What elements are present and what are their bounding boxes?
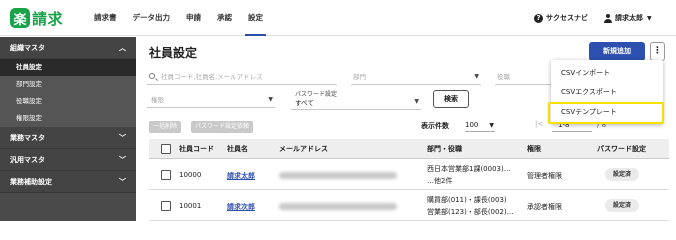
menu-item-csv-import[interactable]: CSVインポート [551, 63, 663, 83]
column-header-department[interactable]: 部門・役職 [427, 139, 462, 159]
search-icon [149, 73, 155, 79]
position-placeholder: 役職 [497, 73, 510, 81]
user-menu[interactable]: 請求太郎 ▼ [604, 13, 652, 23]
page-title: 社員設定 [149, 46, 198, 60]
bulk-delete-button[interactable]: 一括削除 [149, 121, 182, 133]
column-header-code[interactable]: 社員コード [179, 139, 214, 159]
more-options-button[interactable]: ⋮ [650, 42, 665, 61]
search-button[interactable]: 検索 [433, 90, 469, 108]
role-placeholder: 権限 [151, 96, 164, 104]
column-header-password[interactable]: パスワード設定 [597, 139, 646, 159]
row-checkbox[interactable] [161, 201, 171, 211]
chevron-up-icon: ︿ [119, 44, 126, 52]
select-all-checkbox[interactable] [161, 144, 171, 154]
password-setting-select[interactable]: パスワード設定 すべて ▼ [291, 91, 421, 110]
person-icon [604, 13, 612, 23]
user-name: 請求太郎 [615, 14, 643, 22]
display-count-label: 表示件数 [421, 122, 449, 130]
display-count-value: 100 [465, 121, 479, 129]
sidebar-item-department-settings[interactable]: 部門設定 [0, 76, 136, 93]
password-setting-value: すべて [295, 99, 314, 107]
department-select[interactable]: 部門 ▼ [351, 69, 481, 85]
logo-mark: 楽 [10, 8, 30, 28]
top-bar: 楽 請求 請求書 データ出力 申請 承認 設定 ? サクセスナビ 請求太郎 ▼ [0, 0, 676, 36]
help-label: サクセスナビ [546, 14, 588, 22]
sidebar-group-label: 業務マスタ [10, 134, 45, 142]
status-badge: 設定済 [605, 168, 639, 181]
dropdown-arrow-icon: ▼ [489, 122, 494, 129]
sidebar-item-position-settings[interactable]: 役職設定 [0, 93, 136, 110]
sidebar-group-org-master[interactable]: 組織マスタ ︿ [0, 37, 136, 59]
sidebar-item-employee-settings[interactable]: 社員設定 [0, 59, 136, 76]
department-line-1: 西日本営業部1課(0003)… [427, 165, 511, 173]
new-employee-button[interactable]: 新規追加 [589, 42, 645, 61]
first-page-icon[interactable]: |< [535, 120, 543, 128]
status-badge: 設定済 [605, 199, 639, 212]
highlight-box [548, 102, 664, 124]
sidebar: 組織マスタ ︿ 社員設定 部門設定 役職設定 権限設定 業務マスタ ﹀ 汎用マス… [0, 37, 136, 221]
menu-item-csv-export[interactable]: CSVエクスポート [551, 82, 663, 102]
department-line-2: 営業部(123)・部長(002)… [427, 208, 514, 216]
sidebar-group-business-support[interactable]: 業務補助設定 ﹀ [0, 171, 136, 193]
sidebar-group-label: 組織マスタ [10, 44, 45, 52]
role-value: 承認者権限 [527, 203, 562, 211]
department-line-2[interactable]: …他2件 [427, 176, 452, 186]
employee-code: 10000 [179, 171, 202, 179]
dropdown-arrow-icon: ▼ [414, 98, 419, 105]
role-select[interactable]: 権限 ▼ [147, 92, 275, 108]
table-row[interactable]: 10001 請求次郎 購買部(011)・課長(003) 営業部(123)・部長(… [149, 191, 669, 221]
password-request-button[interactable]: パスワード設定依頼 [191, 121, 254, 133]
sidebar-group-business-master[interactable]: 業務マスタ ﹀ [0, 127, 136, 149]
dropdown-arrow-icon: ▼ [474, 73, 479, 80]
dropdown-arrow-icon: ▼ [268, 96, 273, 103]
employee-code: 10001 [179, 202, 202, 210]
employee-name-link[interactable]: 請求次郎 [227, 202, 255, 212]
row-checkbox[interactable] [161, 170, 171, 180]
sidebar-group-general-master[interactable]: 汎用マスタ ﹀ [0, 149, 136, 171]
question-icon: ? [534, 13, 543, 23]
main-nav: 請求書 データ出力 申請 承認 設定 [94, 0, 279, 36]
column-header-role[interactable]: 権限 [527, 139, 541, 159]
sidebar-group-label: 業務補助設定 [10, 178, 52, 186]
logo-text: 請求 [32, 9, 64, 28]
table-header: 社員コード 社員名 メールアドレス 部門・役職 権限 パスワード設定 [149, 139, 669, 159]
column-header-name[interactable]: 社員名 [227, 139, 248, 159]
nav-data-export[interactable]: データ出力 [133, 0, 171, 36]
role-value: 管理者権限 [527, 172, 562, 180]
caret-down-icon: ▼ [647, 14, 652, 22]
chevron-down-icon: ﹀ [119, 178, 126, 186]
keyword-placeholder: 社員コード,社員名,メールアドレス [161, 73, 263, 81]
app-logo[interactable]: 楽 請求 [10, 8, 63, 28]
nav-application[interactable]: 申請 [186, 0, 201, 36]
employee-name-link[interactable]: 請求太郎 [227, 171, 255, 181]
column-header-email[interactable]: メールアドレス [279, 139, 328, 159]
sidebar-group-label: 汎用マスタ [10, 156, 45, 164]
help-link[interactable]: ? サクセスナビ [534, 13, 588, 23]
display-count-select[interactable]: 100 ▼ [465, 119, 495, 132]
department-placeholder: 部門 [353, 73, 366, 81]
nav-invoices[interactable]: 請求書 [94, 0, 117, 36]
sidebar-item-permission-settings[interactable]: 権限設定 [0, 110, 136, 127]
table-row[interactable]: 10000 請求太郎 西日本営業部1課(0003)… …他2件 管理者権限 設定… [149, 160, 669, 190]
department-line-1: 購買部(011)・課長(003) [427, 196, 507, 204]
nav-settings[interactable]: 設定 [245, 0, 266, 36]
chevron-down-icon: ﹀ [119, 156, 126, 164]
keyword-search-input[interactable]: 社員コード,社員名,メールアドレス [147, 69, 337, 85]
chevron-down-icon: ﹀ [119, 134, 126, 142]
email-redacted [279, 172, 397, 179]
email-redacted [279, 203, 397, 210]
nav-approval[interactable]: 承認 [217, 0, 232, 36]
